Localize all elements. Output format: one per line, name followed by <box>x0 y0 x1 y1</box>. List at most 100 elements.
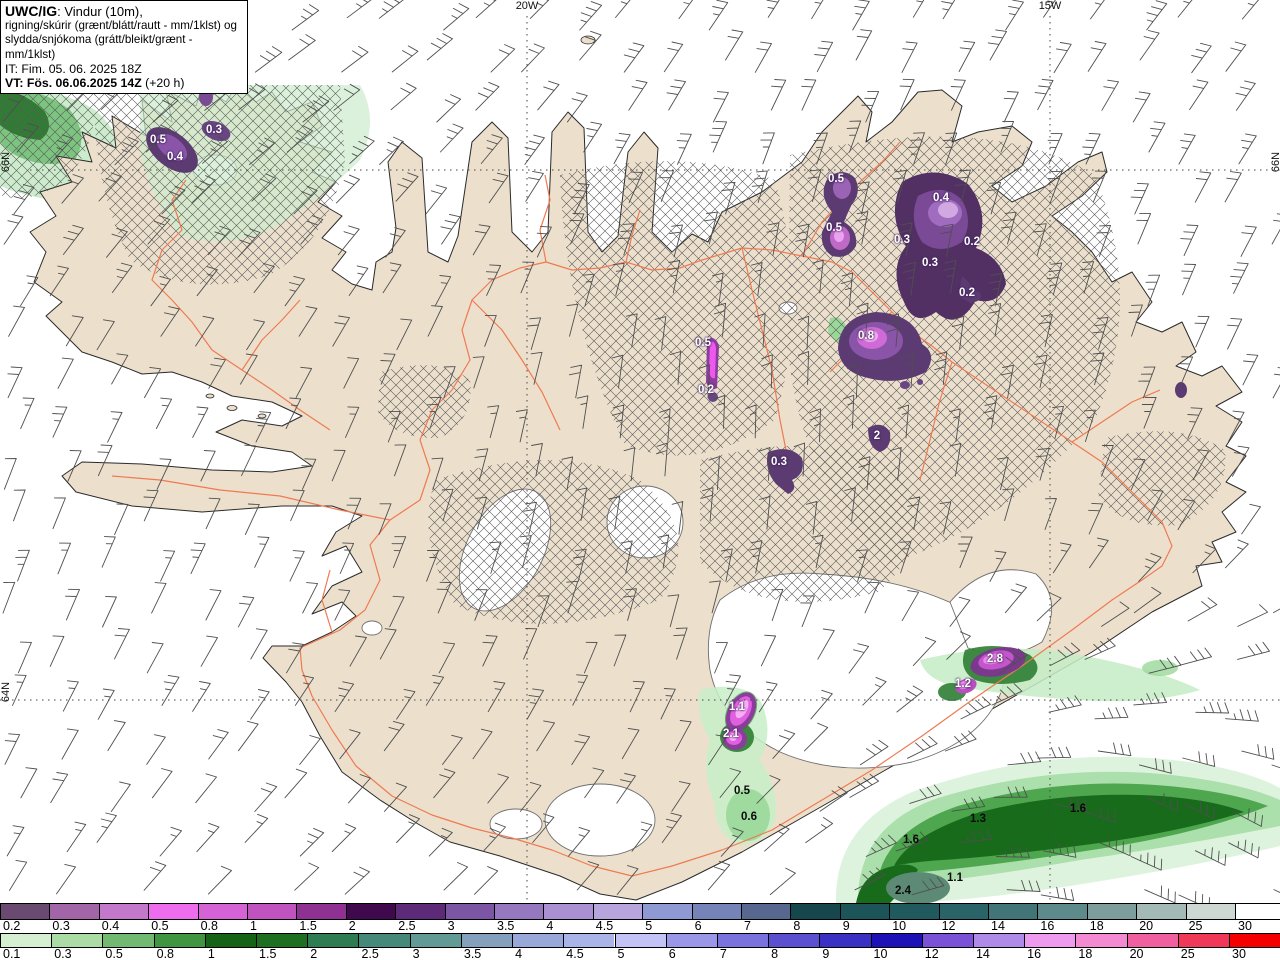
product-title: UWC/IG: Vindur (10m), <box>5 3 143 19</box>
scale-tick-label: 0.5 <box>151 919 169 933</box>
scale-tick-label: 18 <box>1089 919 1104 933</box>
precip-value-label: 1.2 <box>955 678 971 690</box>
precip-value-label: 0.2 <box>964 236 980 248</box>
precip-value-label: 2.1 <box>723 728 739 740</box>
scale-cell <box>148 904 198 919</box>
scale-cell <box>0 904 50 919</box>
latitude-label: 64N <box>0 681 13 703</box>
scale-tick-label: 30 <box>1232 947 1246 960</box>
precip-value-label: 0.4 <box>167 151 183 163</box>
scale-tick-label: 20 <box>1129 947 1144 960</box>
scale-cell <box>642 904 692 919</box>
scale-cell <box>1075 934 1127 947</box>
precip-value-label: 0.5 <box>695 337 711 349</box>
sleet-snow-scale-bar <box>0 903 1280 920</box>
forecast-info-box: UWC/IG: Vindur (10m), rigning/skúrir (gr… <box>0 0 248 95</box>
scale-tick-label: 1.5 <box>259 947 277 960</box>
scale-cell <box>1177 934 1229 947</box>
color-scales: 0.2 0.3 0.4 0.5 0.8 1 1.5 2 2.5 3 3.5 4 4.5 5 6 7 8 9 10 12… <box>0 903 1280 960</box>
scale-tick-label: 8 <box>771 947 779 960</box>
scale-cell <box>839 904 890 919</box>
valid-time: VT: Fös. 06.06.2025 14Z (+20 h) <box>5 76 185 91</box>
scale-cell <box>543 904 593 919</box>
precip-value-label: 0.3 <box>771 456 787 468</box>
map-area: UWC/IG: Vindur (10m), rigning/skúrir (gr… <box>0 0 1280 903</box>
scale-tick-label: 25 <box>1180 947 1195 960</box>
legend-line-rain: rigning/skúrir (grænt/blátt/rautt - mm/1… <box>5 19 237 32</box>
scale-cell <box>665 934 717 947</box>
sleet-snow-scale-labels: 0.2 0.3 0.4 0.5 0.8 1 1.5 2 2.5 3 3.5 4 4.5 5 6 7 8 9 10 12… <box>0 919 1280 933</box>
legend-line-sleet: slydda/snjókoma (grátt/bleikt/grænt - mm… <box>5 33 193 61</box>
scale-tick-label: 3.5 <box>497 919 515 933</box>
scale-tick-label: 2.5 <box>361 947 379 960</box>
scale-tick-label: 4.5 <box>566 947 584 960</box>
scale-tick-label: 9 <box>842 919 850 933</box>
scale-cell <box>197 904 247 919</box>
precip-value-label: 2.4 <box>895 885 911 897</box>
scale-cell <box>395 904 445 919</box>
scale-cell <box>768 934 820 947</box>
scale-tick-label: 14 <box>975 947 990 960</box>
scale-cell <box>256 934 308 947</box>
scale-cell <box>512 934 564 947</box>
scale-tick-label: 1.5 <box>299 919 317 933</box>
scale-tick-label: 0.2 <box>3 919 21 933</box>
scale-tick-label: 6 <box>668 947 676 960</box>
scale-cell <box>1086 904 1137 919</box>
scale-tick-label: 7 <box>719 947 727 960</box>
longitude-label: 15W <box>1038 0 1062 12</box>
scale-cell <box>460 934 513 947</box>
scale-tick-label: 0.3 <box>52 919 70 933</box>
scale-tick-label: 4 <box>515 947 523 960</box>
scale-cell <box>563 934 615 947</box>
scale-cell <box>444 904 494 919</box>
scale-tick-label: 3.5 <box>463 947 482 960</box>
scale-tick-label: 1 <box>207 947 215 960</box>
precip-value-label: 1.6 <box>1070 803 1086 815</box>
scale-cell <box>0 934 52 947</box>
scale-cell <box>716 934 769 947</box>
scale-tick-label: 1 <box>250 919 257 933</box>
weather-forecast-map-page: UWC/IG: Vindur (10m), rigning/skúrir (gr… <box>0 0 1280 960</box>
scale-cell <box>51 934 103 947</box>
scale-cell <box>870 934 922 947</box>
precip-value-label: 2.8 <box>987 653 1003 665</box>
scale-tick-label: 3 <box>412 947 420 960</box>
scale-cell <box>921 934 973 947</box>
scale-tick-label: 0.8 <box>156 947 175 960</box>
scale-cell <box>296 904 346 919</box>
precip-value-label: 1.1 <box>729 701 745 713</box>
scale-tick-label: 2 <box>348 919 356 933</box>
precip-value-label: 0.4 <box>933 192 949 204</box>
scale-cell-overflow <box>1229 934 1280 947</box>
scale-tick-label: 5 <box>617 947 625 960</box>
scale-tick-label: 0.3 <box>54 947 72 960</box>
scale-tick-label: 12 <box>924 947 939 960</box>
scale-cell <box>988 904 1038 919</box>
latitude-label: 66N <box>0 151 13 173</box>
scale-cell <box>307 934 359 947</box>
scale-cell <box>889 904 939 919</box>
scale-tick-label: 0.4 <box>101 919 120 933</box>
scale-tick-label: 25 <box>1188 919 1203 933</box>
precip-value-label: 0.5 <box>150 134 166 146</box>
scale-tick-label: 4.5 <box>595 919 614 933</box>
scale-tick-label: 0.5 <box>105 947 123 960</box>
scale-cell <box>98 904 149 919</box>
latitude-label: 66N <box>1270 151 1280 173</box>
scale-cell <box>819 934 871 947</box>
precip-value-label: 0.6 <box>741 811 757 823</box>
precip-value-label: 0.2 <box>698 384 714 396</box>
scale-cell <box>409 934 461 947</box>
precip-value-label: 1.6 <box>903 834 919 846</box>
scale-tick-label: 10 <box>873 947 888 960</box>
scale-cell <box>1126 934 1178 947</box>
scale-cell <box>691 904 741 919</box>
scale-tick-label: 14 <box>991 919 1005 933</box>
init-time: IT: Fim. 05. 06. 2025 18Z <box>5 62 142 77</box>
scale-cell <box>741 904 791 919</box>
precip-value-label: 0.8 <box>858 330 874 342</box>
scale-cell <box>1024 934 1076 947</box>
precip-value-label: 0.3 <box>922 257 938 269</box>
scale-cell-overflow <box>1235 904 1280 919</box>
